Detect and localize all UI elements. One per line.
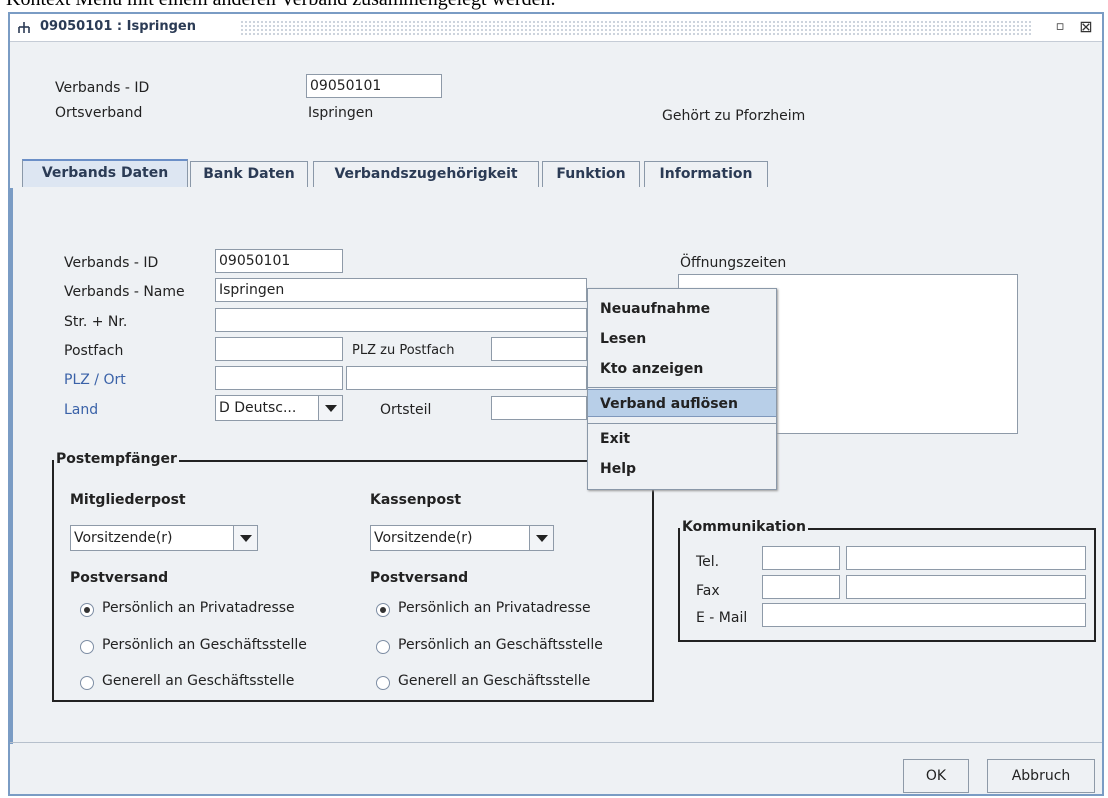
title-bar[interactable]: 09050101 : Ispringen ▫ ⊠ [10, 14, 1102, 42]
id-field[interactable]: 09050101 [215, 249, 343, 273]
cash-radio-office-label: Persönlich an Geschäftsstelle [398, 637, 603, 653]
window-title: 09050101 : Ispringen [40, 19, 196, 34]
members-shipping-title: Postversand [70, 570, 169, 586]
tab-funktion[interactable]: Funktion [542, 161, 640, 187]
communication-title: Kommunikation [680, 519, 808, 535]
members-radio-private-label: Persönlich an Privatadresse [102, 600, 295, 616]
street-label: Str. + Nr. [64, 314, 128, 330]
belongs-to-text: Gehört zu Pforzheim [662, 108, 806, 124]
document-caption: Kontext Menü mit einem anderen Verband z… [6, 0, 555, 11]
land-select[interactable]: D Deutsc... [215, 395, 343, 421]
opening-hours-label: Öffnungszeiten [680, 255, 787, 271]
tel-prefix-field[interactable] [762, 546, 840, 570]
pobox-field[interactable] [215, 337, 343, 361]
header-ov-label: Ortsverband [55, 105, 143, 121]
ort-field[interactable] [346, 366, 587, 390]
members-radio-general[interactable] [80, 676, 94, 690]
fax-prefix-field[interactable] [762, 575, 840, 599]
menu-separator [588, 423, 776, 424]
post-recipient-title: Postempfänger [54, 451, 179, 467]
tel-number-field[interactable] [846, 546, 1086, 570]
members-post-title: Mitgliederpost [70, 492, 186, 508]
footer-divider [10, 742, 1102, 743]
plz-ort-label: PLZ / Ort [64, 372, 126, 388]
cash-shipping-title: Postversand [370, 570, 469, 586]
tab-bank-daten[interactable]: Bank Daten [190, 161, 308, 187]
menu-item-kto-anzeigen[interactable]: Kto anzeigen [588, 355, 776, 383]
cash-post-select[interactable]: Vorsitzende(r) [370, 525, 554, 551]
dialog-window: 09050101 : Ispringen ▫ ⊠ Verbands - ID 0… [8, 12, 1104, 796]
fax-number-field[interactable] [846, 575, 1086, 599]
title-bar-grip [240, 20, 1032, 36]
name-label: Verbands - Name [64, 284, 185, 300]
fax-label: Fax [696, 583, 720, 599]
chevron-down-icon[interactable] [233, 526, 257, 550]
members-radio-private[interactable] [80, 603, 94, 617]
close-icon[interactable]: ⊠ [1076, 18, 1096, 36]
tab-information[interactable]: Information [644, 161, 768, 187]
cash-radio-office[interactable] [376, 640, 390, 654]
chevron-down-icon[interactable] [318, 396, 342, 420]
email-field[interactable] [762, 603, 1086, 627]
members-radio-office[interactable] [80, 640, 94, 654]
cash-post-title: Kassenpost [370, 492, 462, 508]
members-post-value: Vorsitzende(r) [74, 530, 173, 546]
hierarchy-icon [18, 22, 30, 33]
pobox-label: Postfach [64, 343, 124, 359]
header-id-label: Verbands - ID [55, 80, 150, 96]
tab-verbandszugehoerigkeit[interactable]: Verbandszugehörigkeit [313, 161, 539, 187]
minimize-icon[interactable]: ▫ [1050, 18, 1070, 36]
header-ov-value: Ispringen [308, 105, 374, 121]
menu-item-exit[interactable]: Exit [588, 425, 776, 453]
ortsteil-field[interactable] [491, 396, 587, 420]
tab-verbands-daten[interactable]: Verbands Daten [22, 159, 188, 187]
menu-item-help[interactable]: Help [588, 455, 776, 483]
plz-pobox-field[interactable] [491, 337, 587, 361]
land-label: Land [64, 402, 99, 418]
email-label: E - Mail [696, 610, 748, 626]
members-post-select[interactable]: Vorsitzende(r) [70, 525, 258, 551]
cash-radio-general-label: Generell an Geschäftsstelle [398, 673, 591, 689]
members-radio-general-label: Generell an Geschäftsstelle [102, 673, 295, 689]
ortsteil-label: Ortsteil [380, 402, 432, 418]
cash-radio-general[interactable] [376, 676, 390, 690]
cash-radio-private-label: Persönlich an Privatadresse [398, 600, 591, 616]
menu-item-lesen[interactable]: Lesen [588, 325, 776, 353]
menu-separator [588, 387, 776, 388]
cash-post-value: Vorsitzende(r) [374, 530, 473, 546]
plz-pobox-label: PLZ zu Postfach [352, 343, 455, 358]
members-radio-office-label: Persönlich an Geschäftsstelle [102, 637, 307, 653]
id-label: Verbands - ID [64, 255, 159, 271]
chevron-down-icon[interactable] [529, 526, 553, 550]
street-field[interactable] [215, 308, 587, 332]
land-select-value: D Deutsc... [219, 400, 297, 416]
header-id-field: 09050101 [306, 74, 442, 98]
cancel-button[interactable]: Abbruch [987, 759, 1095, 793]
ok-button[interactable]: OK [903, 759, 969, 793]
cash-radio-private[interactable] [376, 603, 390, 617]
menu-item-verband-aufloesen[interactable]: Verband auflösen [588, 389, 776, 417]
name-field[interactable]: Ispringen [215, 278, 587, 302]
plz-field[interactable] [215, 366, 343, 390]
menu-item-neuaufnahme[interactable]: Neuaufnahme [588, 295, 776, 323]
context-menu: Neuaufnahme Lesen Kto anzeigen Verband a… [587, 288, 777, 490]
tel-label: Tel. [696, 554, 720, 570]
